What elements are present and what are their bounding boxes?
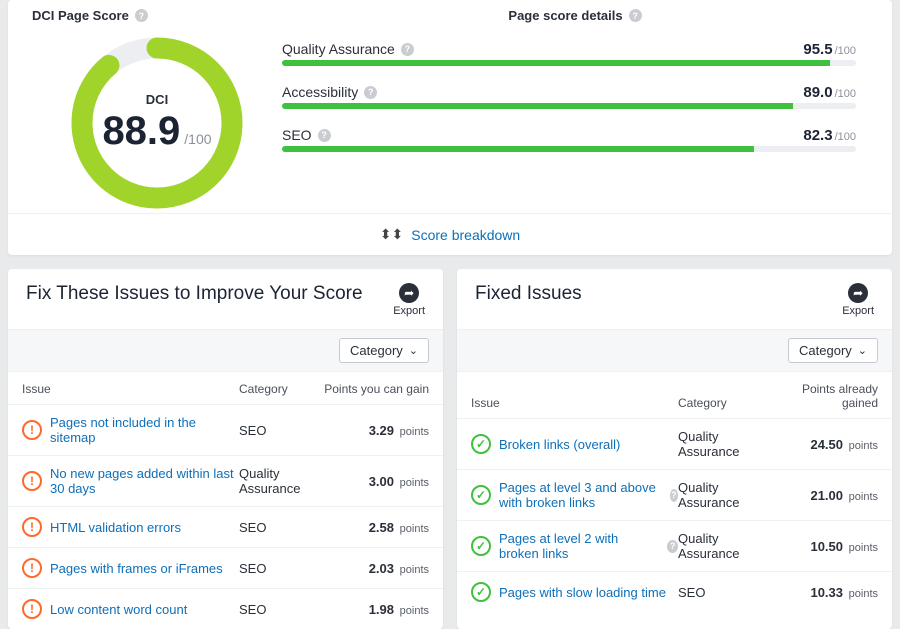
- issue-category: SEO: [239, 520, 319, 535]
- issue-points: 2.03 points: [319, 561, 429, 576]
- bar-value: 89.0/100: [803, 84, 856, 101]
- help-icon[interactable]: ?: [667, 540, 678, 553]
- score-bar: Quality Assurance ? 95.5/100: [282, 41, 856, 66]
- alert-icon: [22, 517, 42, 537]
- improve-issues-card: Fix These Issues to Improve Your Score ➦…: [8, 269, 443, 629]
- export-button[interactable]: ➦ Export: [393, 283, 425, 317]
- issue-link[interactable]: Pages at level 2 with broken links: [499, 531, 659, 561]
- alert-icon: [22, 420, 42, 440]
- help-icon[interactable]: ?: [135, 9, 148, 22]
- issue-category: SEO: [239, 423, 319, 438]
- export-button[interactable]: ➦ Export: [842, 283, 874, 317]
- bar-name: Quality Assurance ?: [282, 41, 414, 57]
- check-icon: [471, 536, 491, 556]
- improve-column-headers: Issue Category Points you can gain: [8, 372, 443, 404]
- issue-link[interactable]: Low content word count: [50, 602, 187, 617]
- issue-points: 3.00 points: [319, 474, 429, 489]
- bar-name: Accessibility ?: [282, 84, 377, 100]
- issue-link[interactable]: Pages with frames or iFrames: [50, 561, 223, 576]
- table-row: HTML validation errors SEO2.58 points: [8, 506, 443, 547]
- issue-category: Quality Assurance: [678, 429, 768, 459]
- export-icon: ➦: [399, 283, 419, 303]
- help-icon[interactable]: ?: [364, 86, 377, 99]
- bar-track: [282, 60, 856, 66]
- page-score-details-title: Page score details ?: [282, 8, 868, 23]
- issue-link[interactable]: Pages not included in the sitemap: [50, 415, 239, 445]
- help-icon[interactable]: ?: [670, 489, 678, 502]
- score-breakdown-link[interactable]: Score breakdown: [411, 227, 520, 243]
- check-icon: [471, 434, 491, 454]
- bar-track: [282, 103, 856, 109]
- issue-category: SEO: [239, 602, 319, 617]
- issue-points: 2.58 points: [319, 520, 429, 535]
- table-row: Low content word count SEO1.98 points: [8, 588, 443, 629]
- table-row: Pages at level 2 with broken links ?Qual…: [457, 520, 892, 571]
- help-icon[interactable]: ?: [401, 43, 414, 56]
- bar-value: 82.3/100: [803, 127, 856, 144]
- export-icon: ➦: [848, 283, 868, 303]
- issue-category: Quality Assurance: [678, 480, 768, 510]
- table-row: Broken links (overall) Quality Assurance2…: [457, 418, 892, 469]
- dci-page-score-title: DCI Page Score ?: [32, 8, 282, 23]
- chevron-down-icon: ⌄: [858, 344, 867, 357]
- bar-track: [282, 146, 856, 152]
- issue-category: SEO: [678, 585, 768, 600]
- dci-ring-gauge: DCI 88.9/100: [67, 33, 247, 213]
- issue-points: 21.00 points: [768, 488, 878, 503]
- issue-points: 10.50 points: [768, 539, 878, 554]
- sitemap-icon: ⬍⬍: [380, 226, 403, 243]
- score-bar: SEO ? 82.3/100: [282, 127, 856, 152]
- dci-score-value: 88.9/100: [102, 109, 211, 154]
- score-card: DCI Page Score ? DCI 88.9/100: [8, 0, 892, 255]
- score-bar: Accessibility ? 89.0/100: [282, 84, 856, 109]
- issue-points: 10.33 points: [768, 585, 878, 600]
- bar-value: 95.5/100: [803, 41, 856, 58]
- check-icon: [471, 582, 491, 602]
- bar-name: SEO ?: [282, 127, 331, 143]
- alert-icon: [22, 558, 42, 578]
- help-icon[interactable]: ?: [629, 9, 642, 22]
- table-row: No new pages added within last 30 daysQu…: [8, 455, 443, 506]
- alert-icon: [22, 471, 42, 491]
- issue-link[interactable]: HTML validation errors: [50, 520, 181, 535]
- category-filter-button[interactable]: Category⌄: [788, 338, 878, 363]
- fixed-issues-card: Fixed Issues ➦ Export Category⌄ Issue Ca…: [457, 269, 892, 629]
- improve-title: Fix These Issues to Improve Your Score: [26, 283, 363, 305]
- issue-points: 24.50 points: [768, 437, 878, 452]
- table-row: Pages at level 3 and above with broken l…: [457, 469, 892, 520]
- issue-link[interactable]: Pages with slow loading time: [499, 585, 666, 600]
- issue-link[interactable]: No new pages added within last 30 days: [50, 466, 239, 496]
- table-row: Pages not included in the sitemapSEO3.29…: [8, 404, 443, 455]
- chevron-down-icon: ⌄: [409, 344, 418, 357]
- alert-icon: [22, 599, 42, 619]
- issue-link[interactable]: Broken links (overall): [499, 437, 620, 452]
- category-filter-button[interactable]: Category⌄: [339, 338, 429, 363]
- help-icon[interactable]: ?: [318, 129, 331, 142]
- fixed-title: Fixed Issues: [475, 283, 582, 305]
- issue-points: 1.98 points: [319, 602, 429, 617]
- issue-category: Quality Assurance: [678, 531, 768, 561]
- issue-category: Quality Assurance: [239, 466, 319, 496]
- table-row: Pages with slow loading time SEO10.33 poi…: [457, 571, 892, 612]
- issue-points: 3.29 points: [319, 423, 429, 438]
- check-icon: [471, 485, 491, 505]
- issue-category: SEO: [239, 561, 319, 576]
- table-row: Pages with frames or iFrames SEO2.03 poin…: [8, 547, 443, 588]
- score-breakdown-row: ⬍⬍ Score breakdown: [8, 213, 892, 255]
- issue-link[interactable]: Pages at level 3 and above with broken l…: [499, 480, 662, 510]
- fixed-column-headers: Issue Category Points already gained: [457, 372, 892, 418]
- dci-label: DCI: [146, 92, 168, 107]
